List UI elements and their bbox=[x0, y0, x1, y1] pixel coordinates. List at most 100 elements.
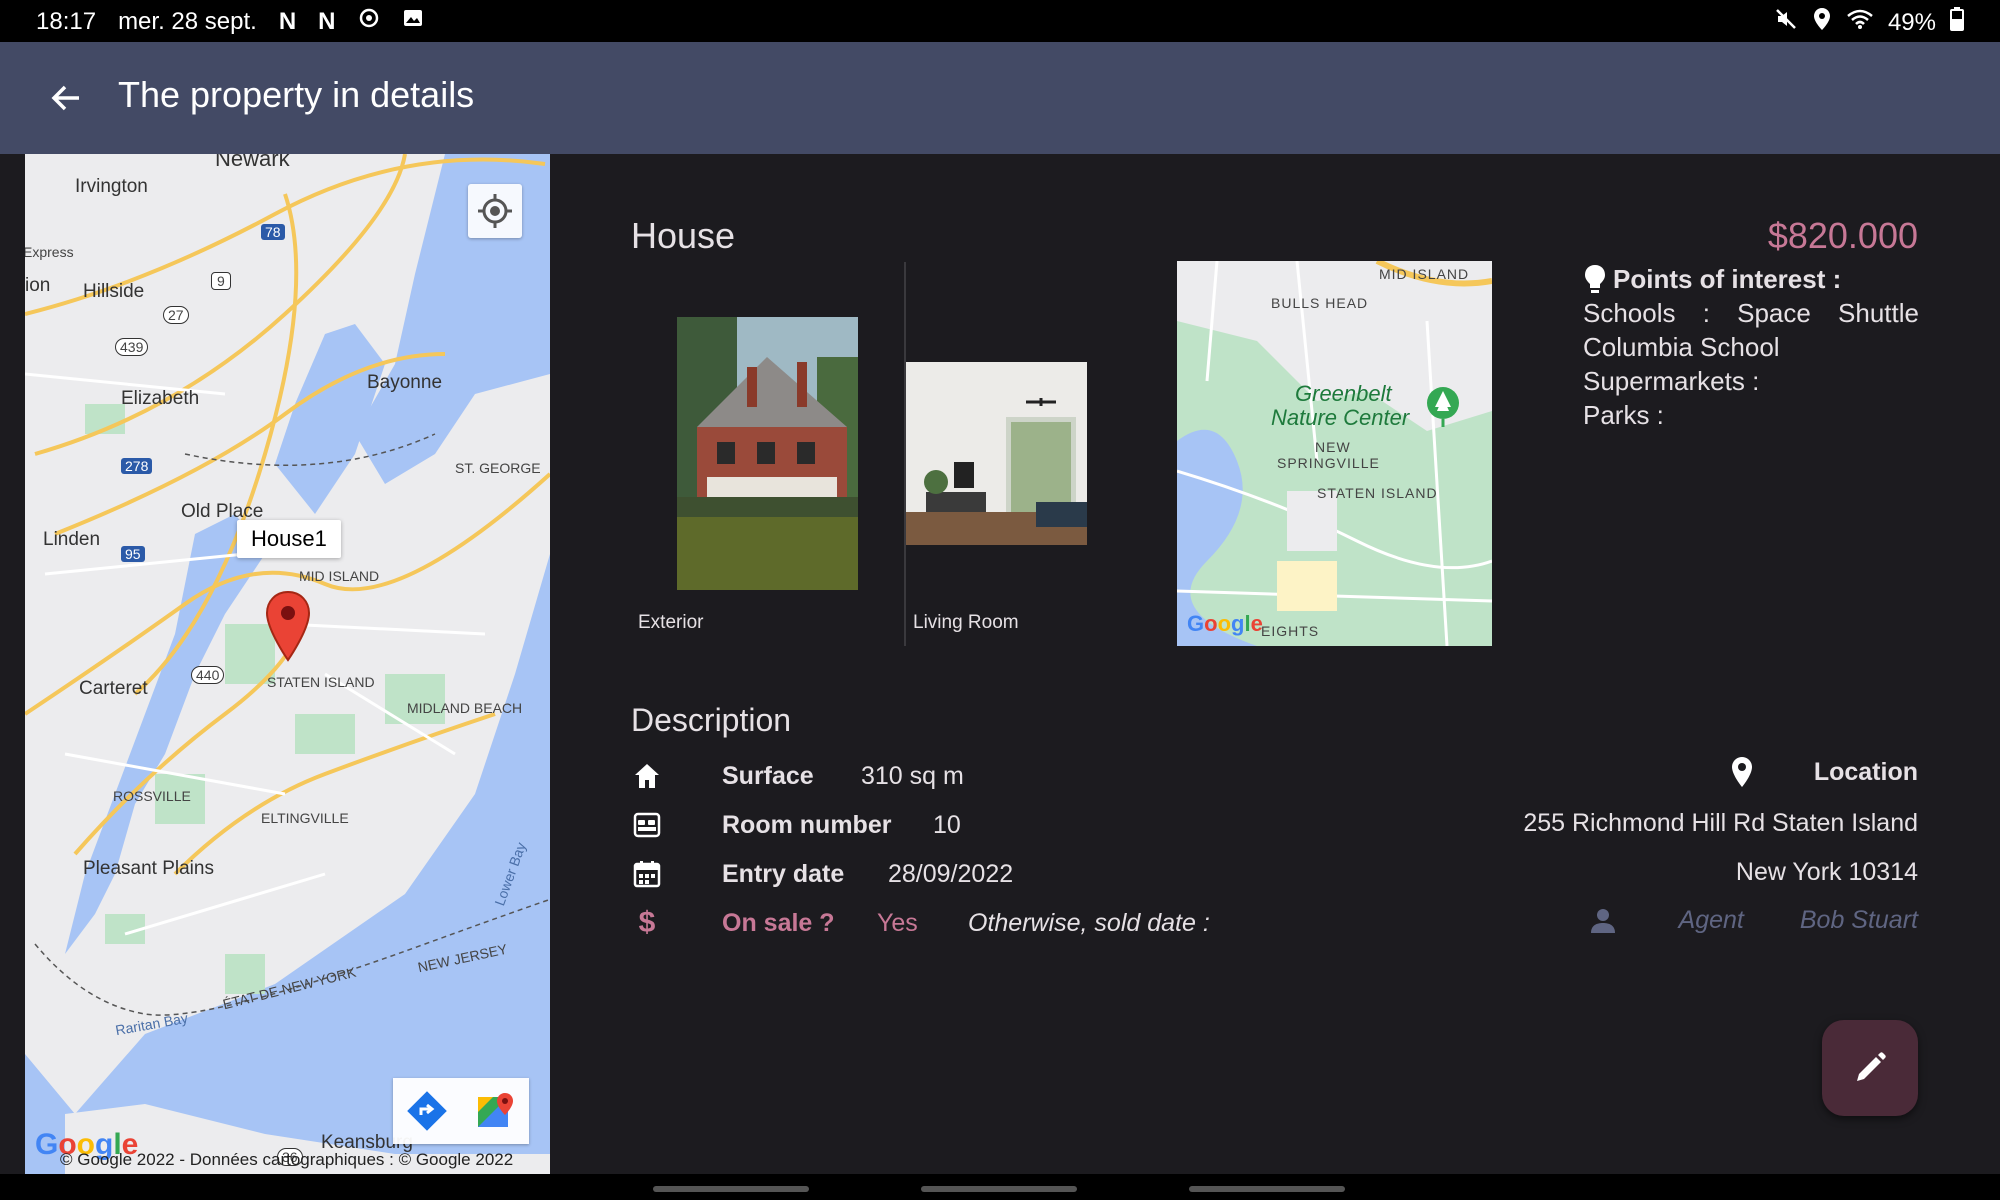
highway-shield-95: 95 bbox=[121, 546, 145, 562]
map-attribution: © Google 2022 - Données cartographiques … bbox=[60, 1150, 514, 1169]
map-label-express: Express bbox=[25, 244, 74, 260]
minimap-label-springville: SPRINGVILLE bbox=[1277, 455, 1380, 471]
minimap-label-new: NEW bbox=[1315, 439, 1351, 455]
status-bar: 18:17 mer. 28 sept. N N 49% bbox=[0, 0, 2000, 42]
page-title: The property in details bbox=[118, 74, 475, 115]
map-label-bayonne: Bayonne bbox=[367, 372, 443, 393]
nav-back-pill[interactable] bbox=[1189, 1186, 1345, 1192]
image-icon bbox=[402, 7, 424, 36]
nav-home-pill[interactable] bbox=[921, 1186, 1077, 1192]
poi-schools-word-2: Shuttle bbox=[1838, 298, 1919, 328]
photo-caption-living-room: Living Room bbox=[913, 612, 1019, 633]
highway-shield-9: 9 bbox=[211, 272, 231, 290]
arrow-back-icon bbox=[51, 85, 79, 111]
on-sale-value: Yes bbox=[877, 908, 918, 937]
edit-button[interactable] bbox=[1822, 1020, 1918, 1116]
map-label-midland-beach: MIDLAND BEACH bbox=[407, 700, 523, 716]
open-maps-button[interactable] bbox=[461, 1078, 529, 1144]
map-label-linden: Linden bbox=[43, 529, 101, 550]
map-label-pleasant-plains: Pleasant Plains bbox=[83, 858, 214, 879]
minimap-label-mid-island: MID ISLAND bbox=[1379, 266, 1470, 282]
entry-date-value: 28/09/2022 bbox=[888, 859, 1014, 888]
calendar-icon bbox=[631, 858, 663, 890]
address-line-1: 255 Richmond Hill Rd Staten Island bbox=[1523, 809, 1918, 837]
map-canvas bbox=[25, 154, 550, 1174]
highway-shield-439: 439 bbox=[115, 338, 149, 356]
minimap-label-greenbelt: Greenbelt bbox=[1295, 381, 1392, 406]
room-number-row: Room number 10 bbox=[631, 805, 961, 845]
property-type: House bbox=[631, 215, 736, 256]
highway-shield-78: 78 bbox=[261, 224, 285, 240]
living-room-photo-image bbox=[906, 362, 1087, 545]
description-heading: Description bbox=[631, 702, 792, 738]
map-label-eltingville: ELTINGVILLE bbox=[261, 810, 349, 826]
property-price: $820.000 bbox=[1767, 215, 1918, 256]
map-label-rossville: ROSSVILLE bbox=[113, 788, 191, 804]
map-view[interactable]: Newark Irvington Express ion Hillside El… bbox=[25, 154, 550, 1174]
directions-icon bbox=[407, 1091, 447, 1131]
status-time: 18:17 bbox=[36, 7, 97, 35]
map-label-irvington: Irvington bbox=[75, 176, 148, 197]
poi-schools-line-2: Columbia School bbox=[1583, 332, 1780, 362]
poi-schools-label: Schools bbox=[1583, 298, 1676, 328]
map-toolbar bbox=[393, 1078, 529, 1144]
lightbulb-icon bbox=[1585, 265, 1605, 293]
directions-button[interactable] bbox=[393, 1078, 461, 1144]
map-label-elizabeth: Elizabeth bbox=[121, 388, 200, 409]
google-maps-icon bbox=[478, 1093, 513, 1127]
address-line-2: New York 10314 bbox=[1735, 858, 1918, 886]
surface-row: Surface 310 sq m bbox=[631, 756, 964, 796]
highway-shield-440: 440 bbox=[191, 666, 225, 684]
agent-label: Agent bbox=[1678, 906, 1744, 934]
dollar-icon: $ bbox=[638, 906, 656, 939]
exterior-photo-image bbox=[677, 317, 858, 590]
on-sale-row: $ On sale ? Yes Otherwise, sold date : bbox=[631, 903, 1210, 943]
map-label-staten-island: STATEN ISLAND bbox=[267, 674, 375, 690]
back-button[interactable] bbox=[40, 72, 92, 124]
battery-icon bbox=[1950, 7, 1964, 38]
map-label-newark: Newark bbox=[215, 154, 290, 171]
notification-n-icon-2: N bbox=[318, 7, 336, 35]
map-label-mid-island: MID ISLAND bbox=[299, 568, 380, 584]
location-heading: Location bbox=[1730, 756, 1918, 788]
static-location-map[interactable]: MID ISLAND BULLS HEAD Greenbelt Nature C… bbox=[1177, 261, 1492, 646]
map-label-hillside: Hillside bbox=[83, 281, 145, 302]
marker-label: House1 bbox=[251, 526, 327, 551]
map-marker-icon[interactable] bbox=[265, 590, 311, 662]
surface-label: Surface bbox=[722, 761, 814, 790]
on-sale-label: On sale ? bbox=[722, 908, 835, 937]
person-icon bbox=[1590, 908, 1615, 933]
app-bar: The property in details bbox=[0, 42, 2000, 154]
nav-recent-pill[interactable] bbox=[653, 1186, 809, 1192]
bed-icon bbox=[631, 809, 663, 841]
map-label-st-george: ST. GEORGE bbox=[455, 460, 541, 476]
room-number-label: Room number bbox=[722, 810, 892, 839]
photo-living-room[interactable] bbox=[906, 362, 1087, 545]
minimap-label-staten-island: STATEN ISLAND bbox=[1317, 485, 1438, 501]
poi-schools-separator: : bbox=[1702, 298, 1710, 328]
agent-row: Agent Bob Stuart bbox=[1589, 906, 1918, 935]
points-of-interest: Points of interest : Schools : Space Shu… bbox=[1583, 262, 1919, 432]
my-location-button[interactable] bbox=[468, 184, 522, 238]
edit-pencil-icon bbox=[1857, 1052, 1886, 1081]
poi-parks: Parks : bbox=[1583, 400, 1664, 430]
wifi-icon bbox=[1846, 8, 1874, 37]
location-pin-icon bbox=[1731, 757, 1752, 787]
battery-level: 49% bbox=[1887, 8, 1936, 36]
mute-icon bbox=[1774, 7, 1798, 38]
poi-schools-word-1: Space bbox=[1737, 298, 1811, 328]
photo-exterior[interactable] bbox=[677, 317, 858, 590]
highway-shield-27: 27 bbox=[163, 306, 189, 324]
poi-heading: Points of interest : bbox=[1613, 264, 1842, 294]
notification-n-icon: N bbox=[278, 7, 297, 35]
minimap-label-nature-center: Nature Center bbox=[1271, 405, 1410, 430]
minimap-label-bulls-head: BULLS HEAD bbox=[1271, 295, 1369, 311]
entry-date-row: Entry date 28/09/2022 bbox=[631, 854, 1013, 894]
location-label: Location bbox=[1813, 757, 1918, 786]
room-number-value: 10 bbox=[933, 810, 961, 839]
marker-info-window[interactable]: House1 bbox=[237, 520, 341, 558]
agent-name: Bob Stuart bbox=[1799, 906, 1918, 934]
highway-shield-278: 278 bbox=[121, 458, 153, 474]
entry-date-label: Entry date bbox=[722, 859, 845, 888]
sync-icon bbox=[358, 7, 380, 36]
